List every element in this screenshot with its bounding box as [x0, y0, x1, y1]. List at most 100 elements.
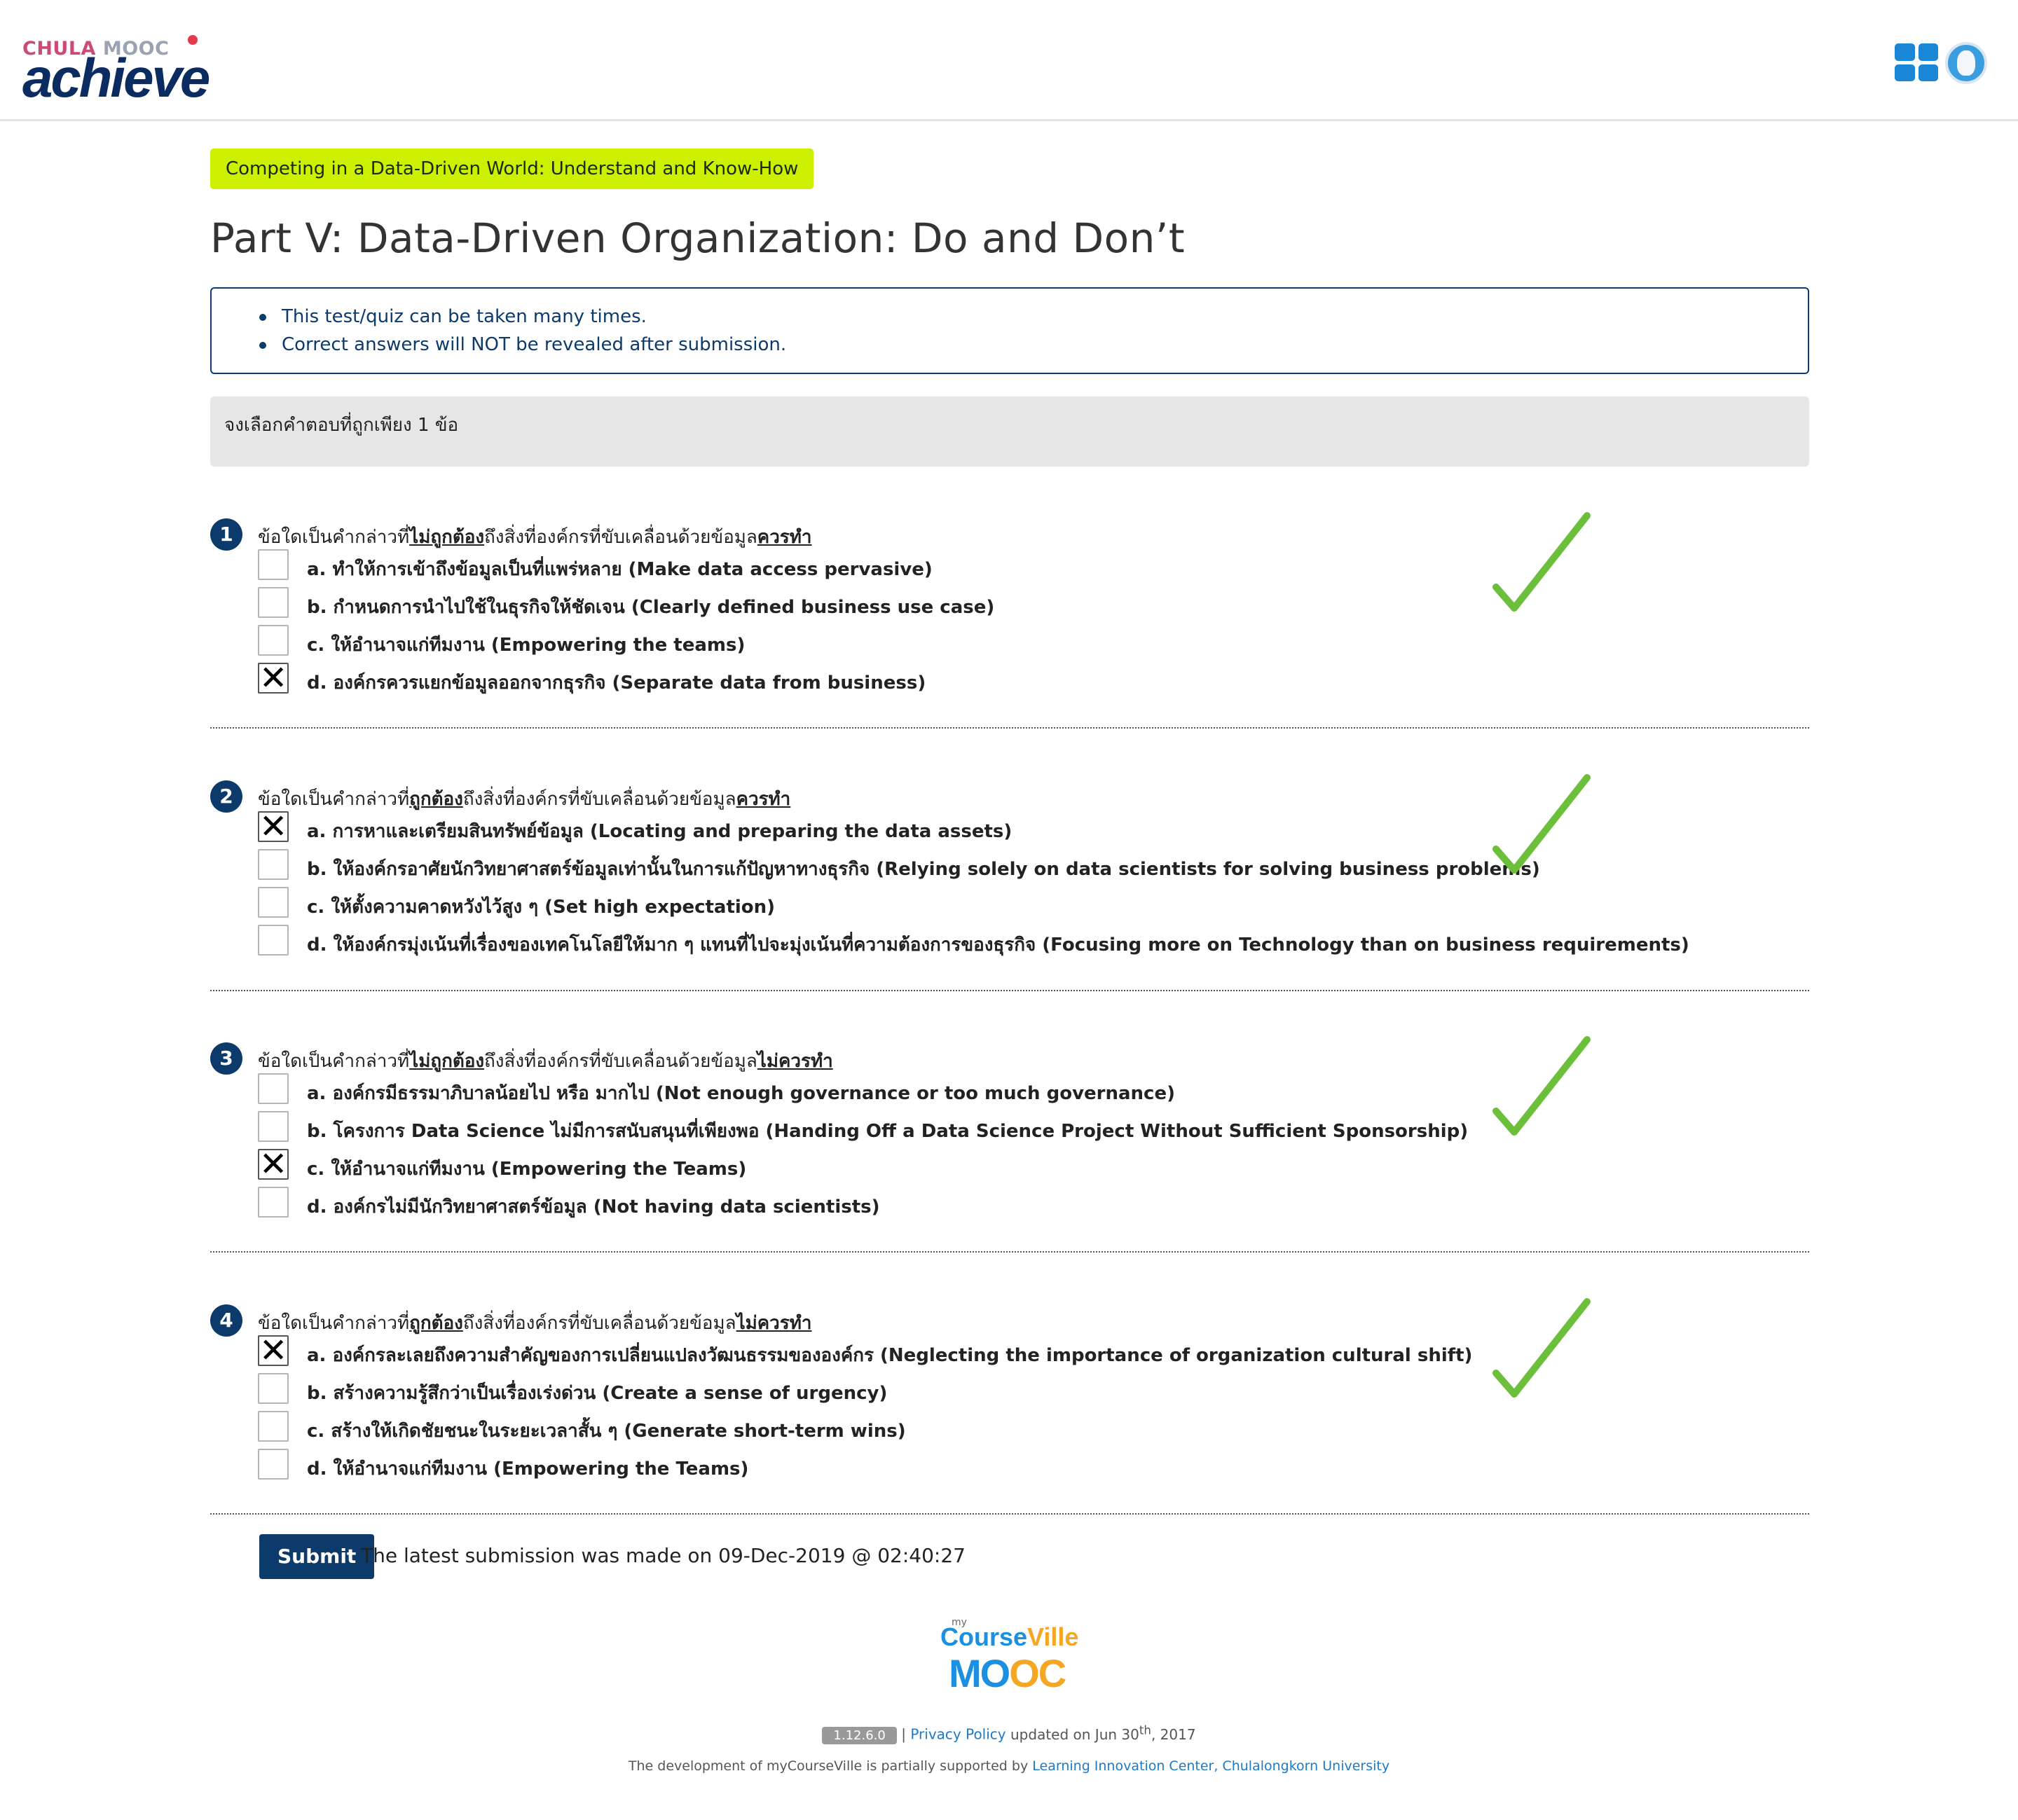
answer-label: b. โครงการ Data Science ไม่มีการสนับสนุน… — [307, 1121, 1469, 1142]
logo-course-part: Course — [940, 1622, 1028, 1651]
question-1: 1 ข้อใดเป็นคำกล่าวที่ไม่ถูกต้องถึงสิ่งที่… — [210, 503, 1809, 741]
question-number-badge: 4 — [210, 1304, 242, 1337]
version-badge: 1.12.6.0 — [822, 1726, 897, 1744]
logo-mooc-c: C — [1038, 1651, 1066, 1695]
mycourseville-mooc-logo[interactable]: my CourseVille MOOC — [932, 1617, 1093, 1696]
correct-checkmark-icon — [1492, 1298, 1591, 1398]
answer-choice[interactable]: c. ให้ตั้งความคาดหวังไว้สูง ๆ (Set high … — [258, 887, 1799, 922]
answer-label: c. ให้อำนาจแก่ทีมงาน (Empowering the tea… — [307, 635, 746, 656]
answer-checkbox[interactable] — [258, 849, 289, 880]
answer-choice[interactable]: c. ให้อำนาจแก่ทีมงาน (Empowering the tea… — [258, 625, 1799, 660]
footer-support-line: The development of myCourseVille is part… — [0, 1758, 2018, 1774]
correct-checkmark-icon — [1492, 1036, 1591, 1136]
answer-label: c. ให้ตั้งความคาดหวังไว้สูง ๆ (Set high … — [307, 897, 776, 918]
support-text: The development of myCourseVille is part… — [628, 1758, 1029, 1774]
answer-checkbox[interactable] — [258, 1187, 289, 1218]
question-text-middle: ถึงสิ่งที่องค์กรที่ขับเคลื่อนด้วยข้อมูล — [484, 527, 757, 548]
answer-choice[interactable]: c. สร้างให้เกิดชัยชนะในระยะเวลาสั้น ๆ (G… — [258, 1411, 1799, 1446]
privacy-policy-link[interactable]: Privacy Policy — [910, 1726, 1005, 1743]
updated-year: , 2017 — [1151, 1725, 1196, 1743]
question-number-badge: 2 — [210, 780, 242, 813]
answer-choice[interactable]: d. ให้อำนาจแก่ทีมงาน (Empowering the Tea… — [258, 1449, 1799, 1484]
question-text-prefix: ข้อใดเป็นคำกล่าวที่ — [258, 1051, 410, 1072]
answer-checkbox[interactable] — [258, 1373, 289, 1404]
answer-checkbox[interactable] — [258, 1073, 289, 1104]
question-text-prefix: ข้อใดเป็นคำกล่าวที่ — [258, 527, 410, 548]
question-2: 2 ข้อใดเป็นคำกล่าวที่ถูกต้องถึงสิ่งที่องค… — [210, 765, 1809, 1003]
notice-item: Correct answers will NOT be revealed aft… — [259, 331, 1808, 359]
course-tag[interactable]: Competing in a Data-Driven World: Unders… — [210, 149, 814, 189]
updated-text: updated on Jun 30th, 2017 — [1010, 1723, 1196, 1743]
question-text-emph2: ไม่ควรทำ — [736, 1313, 812, 1334]
question-text: ข้อใดเป็นคำกล่าวที่ไม่ถูกต้องถึงสิ่งที่อ… — [258, 1047, 833, 1075]
quiz-notice-box: This test/quiz can be taken many times. … — [210, 287, 1809, 374]
answer-label: a. ทำให้การเข้าถึงข้อมูลเป็นที่แพร่หลาย … — [307, 559, 933, 580]
question-3: 3 ข้อใดเป็นคำกล่าวที่ไม่ถูกต้องถึงสิ่งที่… — [210, 1027, 1809, 1265]
question-text-middle: ถึงสิ่งที่องค์กรที่ขับเคลื่อนด้วยข้อมูล — [484, 1051, 757, 1072]
logo-courseville-text: CourseVille — [940, 1622, 1078, 1652]
question-text-emph1: ไม่ถูกต้อง — [409, 527, 485, 548]
answer-label: a. การหาและเตรียมสินทรัพย์ข้อมูล (Locati… — [307, 821, 1013, 842]
answer-checkbox[interactable] — [258, 1449, 289, 1480]
notice-item: This test/quiz can be taken many times. — [259, 303, 1808, 331]
answer-label: b. ให้องค์กรอาศัยนักวิทยาศาสตร์ข้อมูลเท่… — [307, 859, 1540, 880]
question-text: ข้อใดเป็นคำกล่าวที่ถูกต้องถึงสิ่งที่องค์… — [258, 785, 790, 813]
selected-x-icon: ✕ — [259, 1145, 288, 1184]
answer-checkbox[interactable]: ✕ — [258, 659, 289, 698]
answer-checkbox[interactable]: ✕ — [258, 1332, 289, 1369]
answer-choice[interactable]: ✕ c. ให้อำนาจแก่ทีมงาน (Empowering the Te… — [258, 1145, 1799, 1184]
question-number-badge: 1 — [210, 518, 242, 551]
answer-label: a. องค์กรละเลยถึงความสำคัญของการเปลี่ยนแ… — [307, 1345, 1473, 1366]
answer-checkbox[interactable] — [258, 1411, 289, 1442]
answer-checkbox[interactable]: ✕ — [258, 1145, 289, 1184]
instruction-box: จงเลือกคำตอบที่ถูกเพียง 1 ข้อ — [210, 397, 1809, 467]
logo-mooc-m: M — [949, 1651, 982, 1695]
footer-separator: | — [901, 1725, 906, 1743]
selected-x-icon: ✕ — [259, 807, 288, 846]
answer-checkbox[interactable] — [258, 587, 289, 618]
question-4: 4 ข้อใดเป็นคำกล่าวที่ถูกต้องถึงสิ่งที่องค… — [210, 1289, 1809, 1527]
question-text-emph1: ถูกต้อง — [409, 1313, 463, 1334]
question-text-emph2: ไม่ควรทำ — [757, 1051, 833, 1072]
answer-label: d. องค์กรไม่มีนักวิทยาศาสตร์ข้อมูล (Not … — [307, 1197, 880, 1218]
question-text-emph2: ควรทำ — [736, 789, 791, 810]
answer-label: c. ให้อำนาจแก่ทีมงาน (Empowering the Tea… — [307, 1159, 747, 1180]
logo-mooc-o2: O — [1009, 1651, 1040, 1695]
answer-choice[interactable]: ✕ d. องค์กรควรแยกข้อมูลออกจากธุรกิจ (Sepa… — [258, 659, 1799, 698]
answer-label: d. ให้อำนาจแก่ทีมงาน (Empowering the Tea… — [307, 1459, 749, 1480]
answer-checkbox[interactable] — [258, 925, 289, 956]
answer-label: b. สร้างความรู้สึกว่าเป็นเรื่องเร่งด่วน … — [307, 1383, 888, 1404]
logo-mooc-text: MOOC — [949, 1650, 1066, 1696]
learning-innovation-center-link[interactable]: Learning Innovation Center, Chulalongkor… — [1032, 1758, 1389, 1774]
answer-checkbox[interactable] — [258, 887, 289, 918]
answer-label: d. องค์กรควรแยกข้อมูลออกจากธุรกิจ (Separ… — [307, 673, 926, 694]
avatar-face-icon — [1957, 50, 1975, 76]
selected-x-icon: ✕ — [259, 659, 288, 698]
question-divider — [210, 1513, 1809, 1515]
chula-mooc-achieve-logo[interactable]: CHULA MOOC achieve — [22, 32, 219, 109]
submit-button[interactable]: Submit — [259, 1534, 375, 1579]
logo-achieve-text: achieve — [22, 47, 210, 109]
page-title: Part V: Data-Driven Organization: Do and… — [210, 214, 1186, 262]
question-text-emph1: ถูกต้อง — [409, 789, 463, 810]
answer-label: c. สร้างให้เกิดชัยชนะในระยะเวลาสั้น ๆ (G… — [307, 1421, 906, 1442]
answer-choice[interactable]: d. ให้องค์กรมุ่งเน้นที่เรื่องของเทคโนโลย… — [258, 925, 1799, 960]
submission-status: The latest submission was made on 09-Dec… — [361, 1544, 966, 1567]
question-text-middle: ถึงสิ่งที่องค์กรที่ขับเคลื่อนด้วยข้อมูล — [462, 1313, 736, 1334]
answer-checkbox[interactable]: ✕ — [258, 807, 289, 846]
question-text-middle: ถึงสิ่งที่องค์กรที่ขับเคลื่อนด้วยข้อมูล — [462, 789, 736, 810]
question-text-emph2: ควรทำ — [757, 527, 812, 548]
avatar[interactable] — [1945, 42, 1987, 84]
correct-checkmark-icon — [1492, 512, 1591, 612]
logo-mooc-o1: O — [980, 1651, 1011, 1695]
correct-checkmark-icon — [1492, 774, 1591, 874]
answer-checkbox[interactable] — [258, 549, 289, 580]
answer-label: d. ให้องค์กรมุ่งเน้นที่เรื่องของเทคโนโลย… — [307, 935, 1689, 956]
answer-checkbox[interactable] — [258, 625, 289, 656]
question-number-badge: 3 — [210, 1042, 242, 1075]
answer-choice[interactable]: d. องค์กรไม่มีนักวิทยาศาสตร์ข้อมูล (Not … — [258, 1187, 1799, 1222]
question-divider — [210, 990, 1809, 991]
answer-label: b. กำหนดการนำไปใช้ในธุรกิจให้ชัดเจน (Cle… — [307, 597, 995, 618]
apps-grid-icon[interactable] — [1895, 43, 1938, 81]
answer-checkbox[interactable] — [258, 1111, 289, 1142]
